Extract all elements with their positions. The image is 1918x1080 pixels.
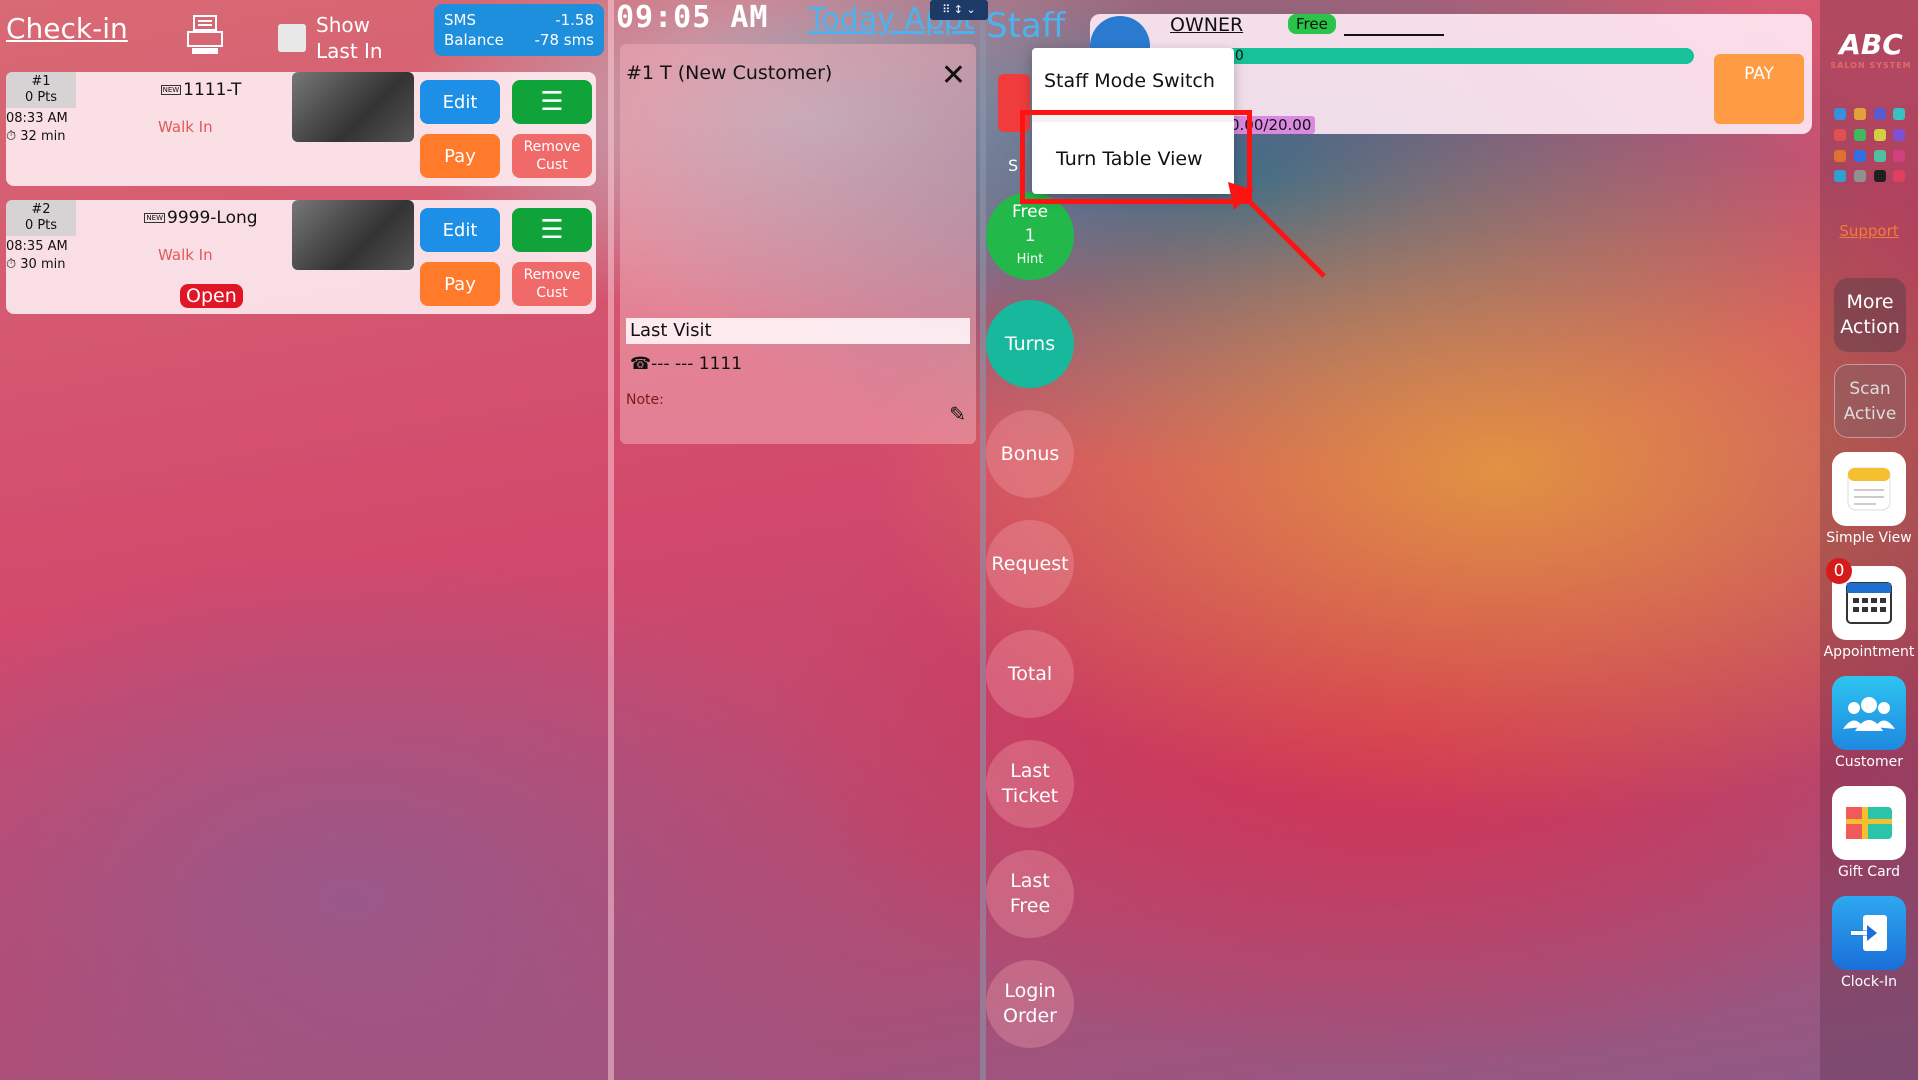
close-icon[interactable]: ✕	[941, 58, 966, 93]
request-button[interactable]: Request	[986, 520, 1074, 608]
ticket-customer-name: NEW 9999-Long	[144, 208, 258, 228]
simple-view-app[interactable]: Simple View	[1820, 452, 1918, 546]
customer-app[interactable]: Customer	[1820, 676, 1918, 770]
edit-button[interactable]: Edit	[420, 208, 500, 252]
ticket-photo[interactable]	[292, 200, 414, 270]
show-last-in-toggle[interactable]: Show Last In	[278, 12, 383, 64]
last-ticket-button[interactable]: Last Ticket	[986, 740, 1074, 828]
pay-button[interactable]: Pay	[420, 262, 500, 306]
customer-detail-card: #1 T (New Customer) ✕ Last Visit ☎--- --…	[620, 44, 976, 444]
clock: 09:05 AM	[616, 0, 769, 35]
ticket-photo[interactable]	[292, 72, 414, 142]
people-icon	[1832, 676, 1906, 750]
ticket-type: Walk In	[158, 118, 213, 136]
column-divider-middle	[980, 0, 986, 1080]
free-button[interactable]: Free 1 Hint	[986, 192, 1074, 280]
ticket-card[interactable]: #2 0 Pts 08:35 AM ⏱ 30 min NEW 9999-Long …	[6, 200, 596, 314]
new-customer-tag: NEW	[160, 85, 182, 95]
gift-card-app[interactable]: Gift Card	[1820, 786, 1918, 880]
note-label: Note:	[626, 392, 664, 408]
bonus-button[interactable]: Bonus	[986, 410, 1074, 498]
staff-title[interactable]: Staff	[986, 6, 1065, 46]
printer-icon[interactable]	[186, 14, 226, 56]
sms-balance[interactable]: SMS -1.58 Balance -78 sms	[434, 4, 604, 56]
appointment-app[interactable]: 0 Appointment	[1820, 558, 1918, 660]
checkin-header: Check-in Show Last In SMS -1.58 Balance …	[0, 0, 608, 66]
customer-title: #1 T (New Customer)	[626, 62, 833, 84]
more-action-button[interactable]: More Action	[1834, 278, 1906, 352]
highlight-box	[1020, 110, 1252, 204]
gift-icon	[1832, 786, 1906, 860]
open-badge: Open	[180, 284, 243, 308]
customer-phone: ☎--- --- 1111	[630, 354, 743, 374]
annotation-arrow-icon	[1228, 182, 1326, 278]
drag-handle[interactable]: ⠿ ↕ ⌄	[930, 0, 988, 20]
status-badge: Free	[1288, 14, 1336, 34]
remove-customer-button[interactable]: Remove Cust	[512, 134, 592, 178]
edit-button[interactable]: Edit	[420, 80, 500, 124]
login-order-button[interactable]: Login Order	[986, 960, 1074, 1048]
total-button[interactable]: Total	[986, 630, 1074, 718]
show-last-in-label: Show Last In	[316, 13, 383, 63]
clock-in-icon	[1832, 896, 1906, 970]
notes-icon	[1832, 452, 1906, 526]
ticket-customer-name: NEW 1111-T	[160, 80, 242, 100]
menu-icon[interactable]: ☰	[512, 80, 592, 124]
staff-pay-button[interactable]: PAY	[1714, 54, 1804, 124]
remove-customer-button[interactable]: Remove Cust	[512, 262, 592, 306]
menu-icon[interactable]: ☰	[512, 208, 592, 252]
menu-item-staff-mode-switch[interactable]: Staff Mode Switch	[1044, 70, 1215, 92]
edit-note-icon[interactable]: ✎	[949, 402, 966, 426]
pay-button[interactable]: Pay	[420, 134, 500, 178]
support-link[interactable]: Support	[1820, 222, 1918, 240]
staff-mode-label: S	[1008, 156, 1019, 175]
column-divider-left	[608, 0, 614, 1080]
ticket-time: 08:33 AM ⏱ 32 min	[6, 111, 68, 144]
logo: ABC SALON SYSTEM	[1830, 28, 1912, 70]
checkin-title[interactable]: Check-in	[6, 12, 128, 45]
calendar-icon: 0	[1826, 558, 1906, 640]
turns-button[interactable]: Turns	[986, 300, 1074, 388]
clock-in-app[interactable]: Clock-In	[1820, 896, 1918, 990]
appointment-count-badge: 0	[1826, 558, 1852, 584]
ticket-time: 08:35 AM ⏱ 30 min	[6, 239, 68, 272]
ticket-meta: #2 0 Pts 08:35 AM ⏱ 30 min	[6, 200, 76, 314]
apps-grid-icon[interactable]	[1830, 104, 1912, 190]
right-sidebar: ABC SALON SYSTEM Support More Action Scan…	[1820, 0, 1918, 1080]
ticket-number: #1 0 Pts	[6, 72, 76, 108]
divider	[1344, 34, 1444, 36]
scan-active-button[interactable]: Scan Active	[1834, 364, 1906, 438]
new-customer-tag: NEW	[144, 213, 166, 223]
last-visit-header: Last Visit	[626, 318, 970, 344]
ticket-number: #2 0 Pts	[6, 200, 76, 236]
ticket-card[interactable]: #1 0 Pts 08:33 AM ⏱ 32 min NEW 1111-T Wal…	[6, 72, 596, 186]
ticket-type: Walk In	[158, 246, 213, 264]
progress-bar	[1210, 48, 1694, 64]
ticket-meta: #1 0 Pts 08:33 AM ⏱ 32 min	[6, 72, 76, 186]
show-last-in-checkbox[interactable]	[278, 24, 306, 52]
last-free-button[interactable]: Last Free	[986, 850, 1074, 938]
staff-name: OWNER	[1170, 14, 1244, 36]
